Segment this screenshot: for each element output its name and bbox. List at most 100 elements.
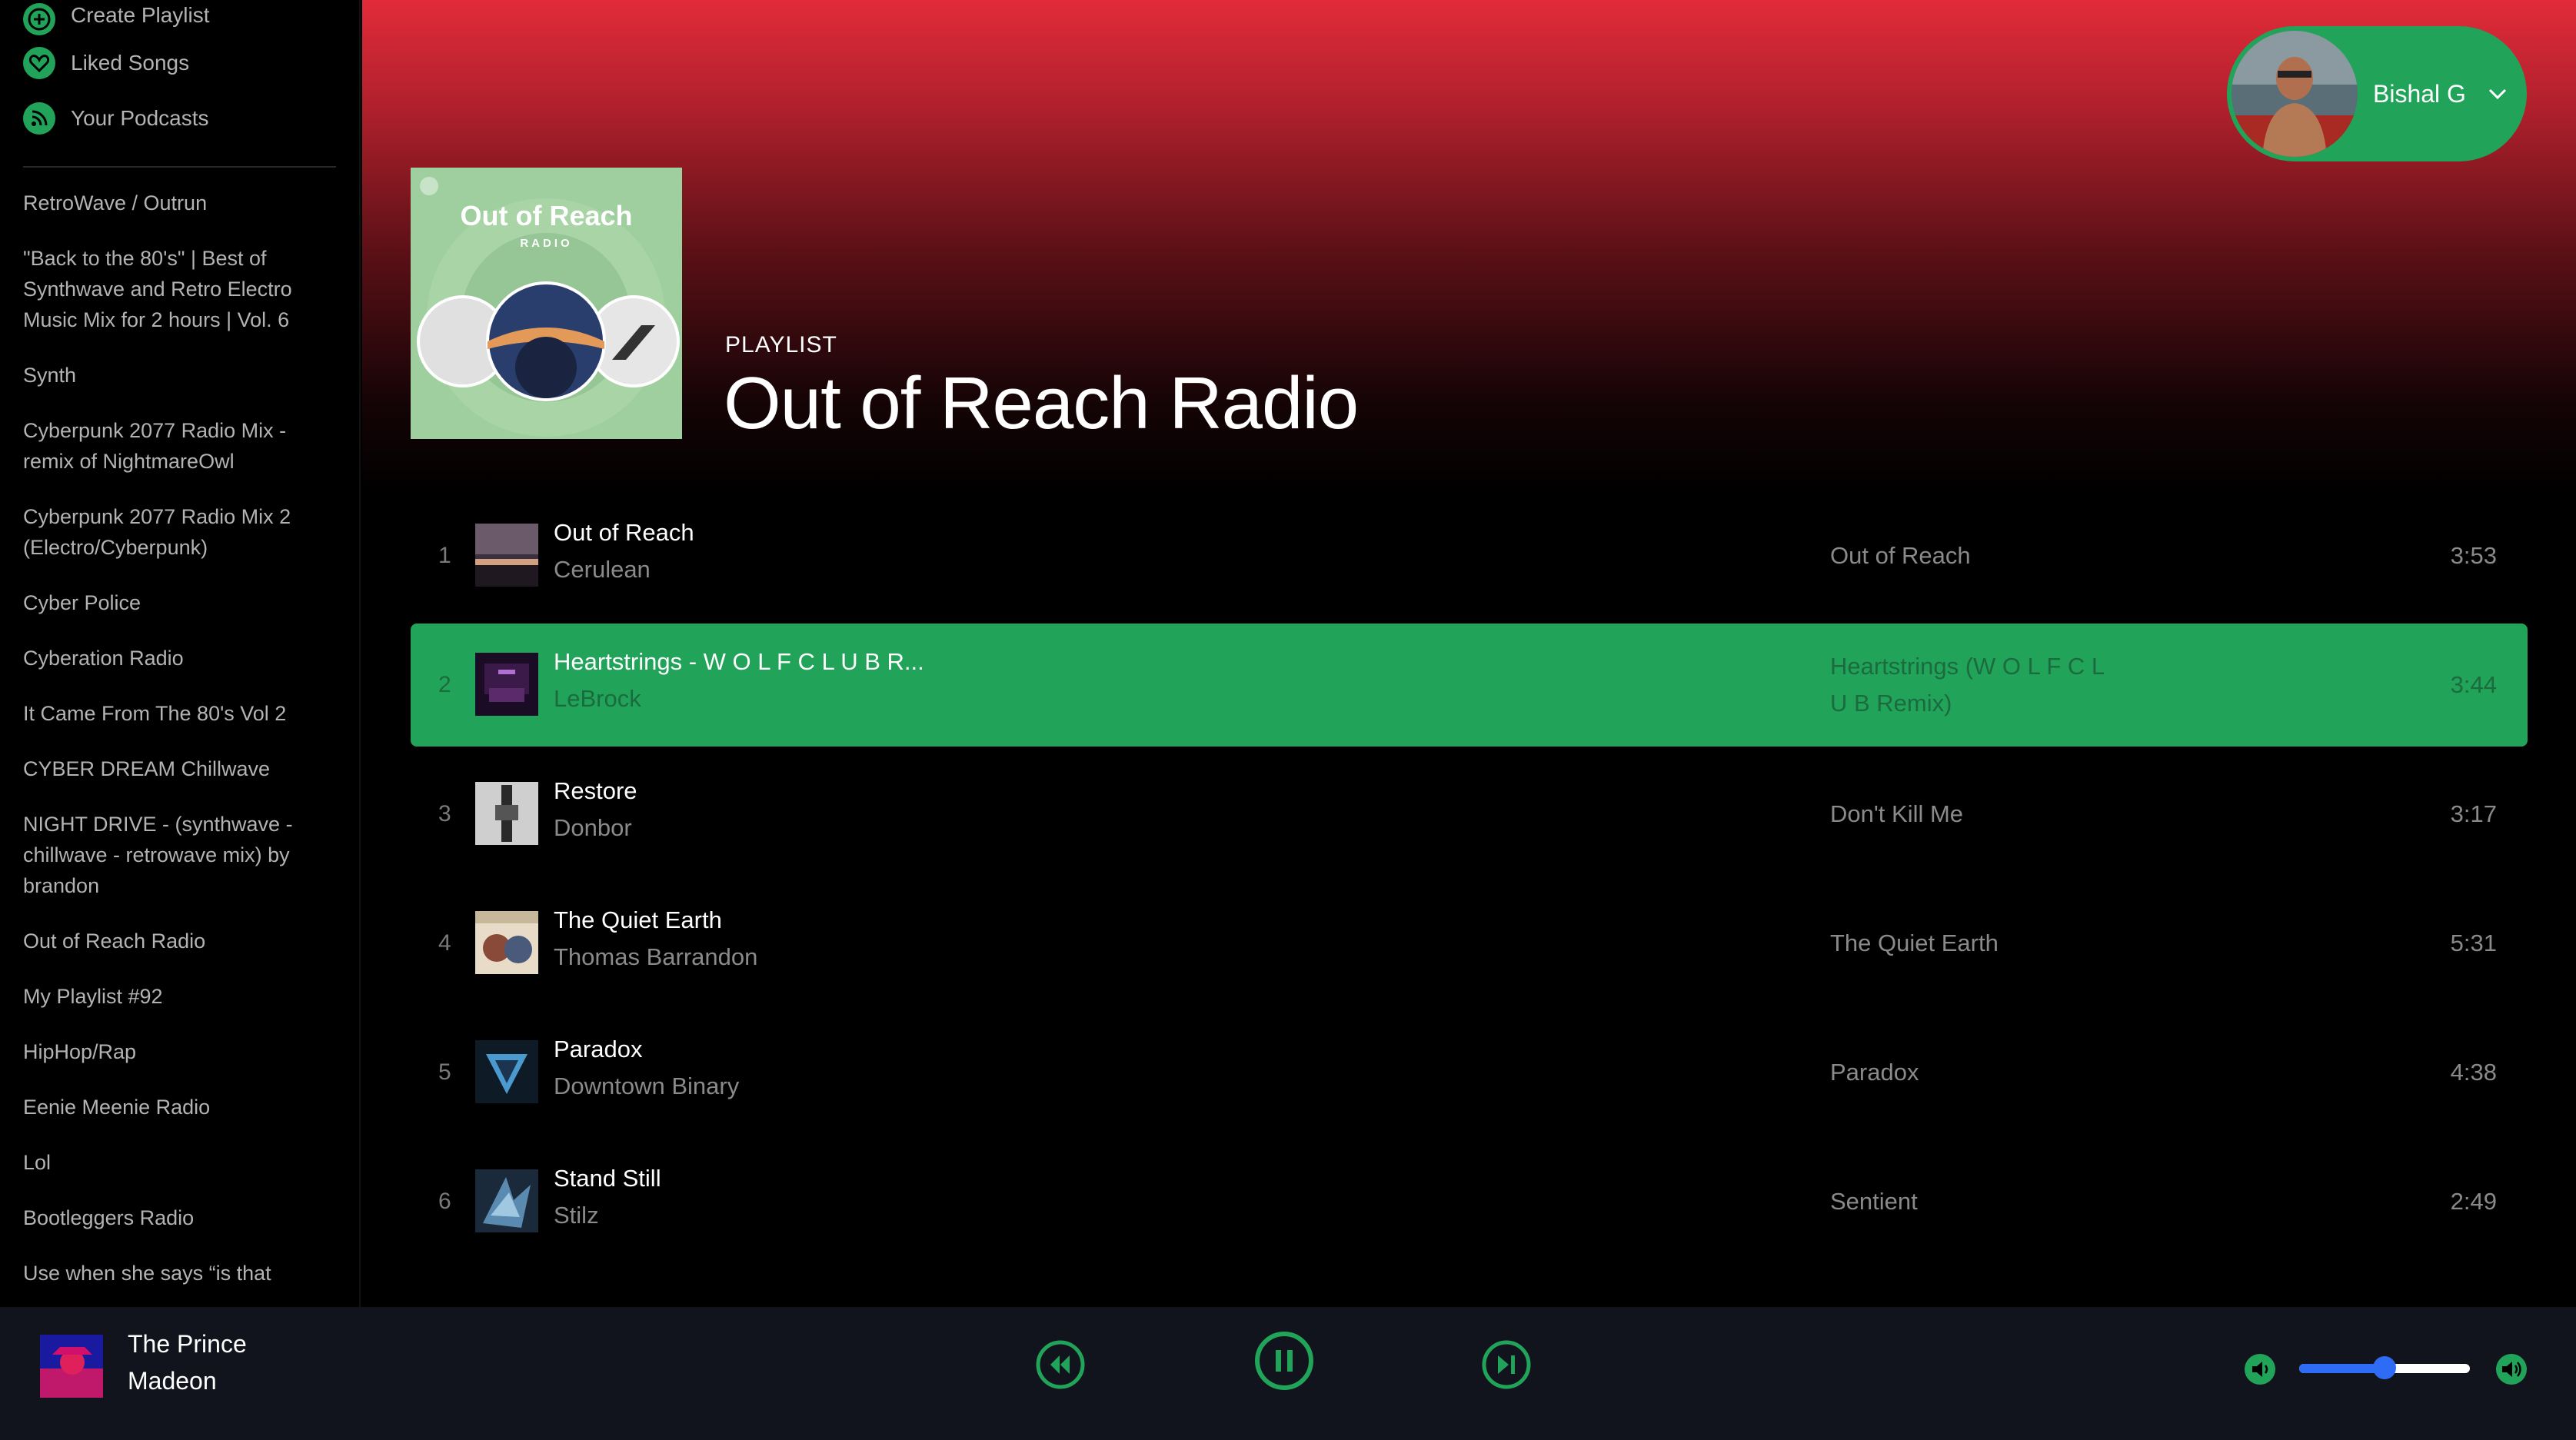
playlist-list: RetroWave / Outrun "Back to the 80's" | … — [0, 188, 359, 1289]
track-number: 5 — [438, 1059, 451, 1085]
track-row[interactable]: 5 Paradox Downtown Binary Paradox 4:38 — [411, 1011, 2528, 1134]
playlist-item[interactable]: Synth — [23, 360, 315, 391]
previous-button[interactable] — [1035, 1339, 1086, 1390]
track-artwork — [475, 911, 538, 974]
playlist-item[interactable]: Out of Reach Radio — [23, 926, 315, 956]
track-title: Restore — [554, 777, 637, 804]
track-artist[interactable]: Donbor — [554, 814, 632, 842]
playlist-item[interactable]: "Back to the 80's" | Best of Synthwave a… — [23, 243, 315, 335]
track-artist[interactable]: Thomas Barrandon — [554, 943, 757, 971]
now-playing-artwork — [40, 1335, 103, 1398]
playlist-item[interactable]: My Playlist #92 — [23, 981, 315, 1012]
rss-icon — [23, 102, 55, 135]
track-number: 3 — [438, 801, 451, 826]
player-bar: The Prince Madeon — [0, 1307, 2576, 1440]
track-artist[interactable]: Cerulean — [554, 556, 651, 584]
track-artwork — [475, 653, 538, 716]
playlist-item[interactable]: NIGHT DRIVE - (synthwave - chillwave - r… — [23, 809, 315, 901]
next-button[interactable] — [1481, 1339, 1532, 1390]
playlist-item[interactable]: Lol — [23, 1147, 315, 1178]
playlist-item[interactable]: Cyberpunk 2077 Radio Mix 2 (Electro/Cybe… — [23, 501, 315, 563]
playlist-item[interactable]: Bootleggers Radio — [23, 1202, 315, 1233]
pause-button[interactable] — [1253, 1330, 1315, 1392]
track-row[interactable]: 6 Stand Still Stilz Sentient 2:49 — [411, 1140, 2528, 1263]
track-number: 1 — [438, 543, 451, 568]
track-artwork — [475, 524, 538, 587]
playlist-item[interactable]: RetroWave / Outrun — [23, 188, 315, 218]
track-number: 6 — [438, 1189, 451, 1214]
volume-slider[interactable] — [2299, 1356, 2470, 1379]
heart-icon — [23, 47, 55, 79]
playlist-item[interactable]: Cyberpunk 2077 Radio Mix - remix of Nigh… — [23, 415, 315, 477]
page-title: Out of Reach Radio — [724, 362, 1359, 444]
track-artist[interactable]: Stilz — [554, 1202, 599, 1229]
playlist-cover: Out of Reach RADIO — [411, 168, 682, 439]
chevron-down-icon — [2486, 82, 2509, 105]
track-artwork — [475, 1169, 538, 1232]
track-duration: 4:38 — [2450, 1059, 2497, 1086]
cover-title: Out of Reach — [460, 200, 633, 231]
user-menu-button[interactable]: Bishal G — [2227, 26, 2527, 161]
create-playlist-label: Create Playlist — [71, 3, 210, 27]
track-album[interactable]: Out of Reach — [1830, 494, 2107, 617]
volume-down-button[interactable] — [2244, 1353, 2276, 1385]
now-playing-title[interactable]: The Prince — [128, 1330, 247, 1359]
playlist-item[interactable]: Use when she says “is that — [23, 1258, 315, 1289]
track-duration: 3:53 — [2450, 542, 2497, 569]
track-album[interactable]: The Quiet Earth — [1830, 882, 2107, 1005]
liked-songs-label: Liked Songs — [71, 51, 190, 75]
skip-next-icon — [1482, 1340, 1531, 1389]
plus-circle-icon — [23, 3, 55, 35]
playlist-item[interactable]: Cyber Police — [23, 587, 315, 618]
sidebar: Create Playlist Liked Songs Your Podcast… — [0, 0, 361, 1307]
track-title: Out of Reach — [554, 519, 694, 546]
track-number: 2 — [438, 672, 451, 697]
track-artwork — [475, 1040, 538, 1103]
track-album[interactable]: Sentient — [1830, 1140, 2107, 1263]
volume-low-icon — [2245, 1354, 2275, 1385]
user-name: Bishal G — [2373, 79, 2466, 108]
track-title: Heartstrings - W O L F C L U B R... — [554, 648, 924, 675]
playlist-item[interactable]: Cyberation Radio — [23, 643, 315, 673]
playlist-type-label: PLAYLIST — [725, 332, 837, 358]
track-album[interactable]: Don't Kill Me — [1830, 753, 2107, 876]
volume-high-icon — [2496, 1354, 2527, 1385]
track-duration: 5:31 — [2450, 930, 2497, 956]
track-title: Stand Still — [554, 1165, 661, 1192]
track-artist[interactable]: LeBrock — [554, 685, 641, 713]
volume-fill — [2299, 1364, 2385, 1373]
playlist-item[interactable]: It Came From The 80's Vol 2 — [23, 698, 315, 729]
main-content: Bishal G Out of Reach RADIO PLAYLIST Out… — [362, 0, 2576, 1307]
playlist-item[interactable]: CYBER DREAM Chillwave — [23, 753, 315, 784]
pause-icon — [1255, 1332, 1313, 1390]
track-duration: 2:49 — [2450, 1188, 2497, 1215]
track-title: Paradox — [554, 1036, 643, 1063]
now-playing-artist[interactable]: Madeon — [128, 1367, 217, 1395]
track-duration: 3:17 — [2450, 800, 2497, 827]
track-album[interactable]: Heartstrings (W O L F C L U B Remix) — [1830, 624, 2107, 747]
track-list: 1 Out of Reach Cerulean Out of Reach 3:5… — [411, 494, 2528, 1269]
track-number: 4 — [438, 930, 451, 956]
track-row[interactable]: 4 The Quiet Earth Thomas Barrandon The Q… — [411, 882, 2528, 1005]
playlist-item[interactable]: Eenie Meenie Radio — [23, 1092, 315, 1122]
track-title: The Quiet Earth — [554, 906, 722, 933]
track-row[interactable]: 1 Out of Reach Cerulean Out of Reach 3:5… — [411, 494, 2528, 617]
liked-songs-button[interactable]: Liked Songs — [23, 35, 336, 91]
cover-subtitle: RADIO — [520, 237, 573, 250]
track-album[interactable]: Paradox — [1830, 1011, 2107, 1134]
track-artist[interactable]: Downtown Binary — [554, 1073, 739, 1100]
track-row-active[interactable]: 2 Heartstrings - W O L F C L U B R... Le… — [411, 624, 2528, 747]
volume-knob[interactable] — [2373, 1356, 2396, 1379]
sidebar-nav: Create Playlist Liked Songs Your Podcast… — [0, 0, 359, 146]
playlist-item[interactable]: HipHop/Rap — [23, 1036, 315, 1067]
your-podcasts-label: Your Podcasts — [71, 106, 209, 130]
create-playlist-button[interactable]: Create Playlist — [23, 0, 336, 35]
track-row[interactable]: 3 Restore Donbor Don't Kill Me 3:17 — [411, 753, 2528, 876]
avatar — [2232, 31, 2358, 157]
your-podcasts-button[interactable]: Your Podcasts — [23, 91, 336, 146]
track-artwork — [475, 782, 538, 845]
track-duration: 3:44 — [2450, 671, 2497, 698]
volume-up-button[interactable] — [2495, 1353, 2528, 1385]
rewind-icon — [1036, 1340, 1085, 1389]
sidebar-divider — [23, 166, 336, 168]
